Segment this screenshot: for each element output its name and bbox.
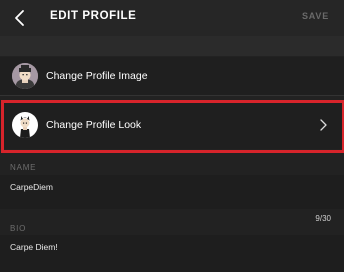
page-title: EDIT PROFILE: [50, 10, 137, 22]
bio-field-label: BIO: [10, 224, 27, 233]
change-profile-image-label: Change Profile Image: [46, 70, 148, 82]
bio-field-value: Carpe Diem!: [10, 242, 58, 252]
chevron-left-icon: [15, 10, 24, 26]
profile-look-avatar: [12, 112, 38, 138]
save-button[interactable]: SAVE: [302, 11, 329, 21]
section-spacer: [0, 36, 344, 56]
profile-image-avatar: [12, 63, 38, 89]
change-profile-look-label: Change Profile Look: [46, 119, 142, 131]
row-divider: [0, 95, 344, 96]
change-profile-image-row[interactable]: Change Profile Image: [0, 57, 344, 95]
chevron-right-icon: [320, 119, 327, 131]
header-bar: EDIT PROFILE SAVE: [0, 0, 344, 36]
back-button[interactable]: [8, 6, 32, 30]
bio-char-counter: 9/30: [315, 214, 331, 223]
name-field-value: CarpeDiem: [10, 182, 53, 192]
name-field-label: NAME: [10, 163, 37, 172]
bio-field[interactable]: Carpe Diem!: [0, 235, 344, 272]
name-field[interactable]: CarpeDiem: [0, 175, 344, 209]
change-profile-look-row[interactable]: Change Profile Look: [0, 101, 344, 149]
